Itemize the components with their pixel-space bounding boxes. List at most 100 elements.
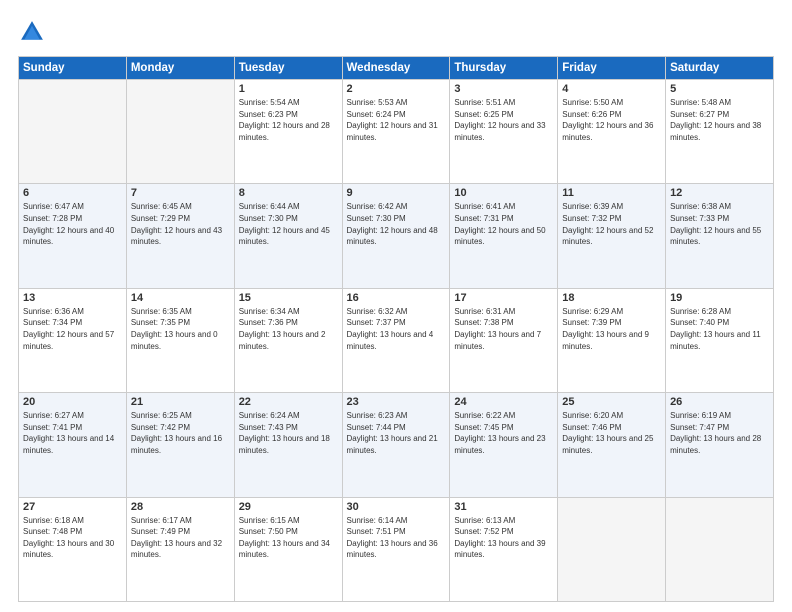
calendar-cell: 16 Sunrise: 6:32 AMSunset: 7:37 PMDayligh… [342,288,450,392]
day-info: Sunrise: 6:15 AMSunset: 7:50 PMDaylight:… [239,515,338,561]
day-number: 22 [239,396,338,408]
calendar-cell: 27 Sunrise: 6:18 AMSunset: 7:48 PMDayligh… [19,497,127,601]
calendar-cell: 8 Sunrise: 6:44 AMSunset: 7:30 PMDaylight… [234,184,342,288]
logo-icon [18,18,46,46]
calendar-cell: 11Sunrise: 6:39 AMSunset: 7:32 PMDayligh… [558,184,666,288]
day-number: 16 [347,292,446,304]
day-number: 27 [23,501,122,513]
calendar-cell: 20 Sunrise: 6:27 AMSunset: 7:41 PMDayligh… [19,393,127,497]
calendar-cell: 31Sunrise: 6:13 AMSunset: 7:52 PMDayligh… [450,497,558,601]
day-number: 7 [131,187,230,199]
calendar-cell [666,497,774,601]
day-number: 2 [347,83,446,95]
day-info: Sunrise: 6:20 AMSunset: 7:46 PMDaylight:… [562,410,661,456]
calendar-cell: 23 Sunrise: 6:23 AMSunset: 7:44 PMDayligh… [342,393,450,497]
calendar-cell: 2 Sunrise: 5:53 AMSunset: 6:24 PMDaylight… [342,80,450,184]
calendar-cell: 3 Sunrise: 5:51 AMSunset: 6:25 PMDaylight… [450,80,558,184]
day-info: Sunrise: 5:53 AMSunset: 6:24 PMDaylight:… [347,97,446,143]
calendar-cell [558,497,666,601]
day-number: 8 [239,187,338,199]
day-info: Sunrise: 6:42 AMSunset: 7:30 PMDaylight:… [347,201,446,247]
day-info: Sunrise: 6:14 AMSunset: 7:51 PMDaylight:… [347,515,446,561]
weekday-header-row: SundayMondayTuesdayWednesdayThursdayFrid… [19,57,774,80]
calendar-cell: 18Sunrise: 6:29 AMSunset: 7:39 PMDayligh… [558,288,666,392]
day-number: 5 [670,83,769,95]
day-info: Sunrise: 6:31 AMSunset: 7:38 PMDaylight:… [454,306,553,352]
calendar-cell: 24 Sunrise: 6:22 AMSunset: 7:45 PMDayligh… [450,393,558,497]
day-number: 29 [239,501,338,513]
weekday-header: Monday [126,57,234,80]
weekday-header: Sunday [19,57,127,80]
calendar-table: SundayMondayTuesdayWednesdayThursdayFrid… [18,56,774,602]
day-number: 30 [347,501,446,513]
day-info: Sunrise: 6:25 AMSunset: 7:42 PMDaylight:… [131,410,230,456]
calendar-cell: 30 Sunrise: 6:14 AMSunset: 7:51 PMDayligh… [342,497,450,601]
day-number: 20 [23,396,122,408]
logo [18,18,50,46]
calendar-cell: 26Sunrise: 6:19 AMSunset: 7:47 PMDayligh… [666,393,774,497]
weekday-header: Wednesday [342,57,450,80]
day-number: 13 [23,292,122,304]
weekday-header: Friday [558,57,666,80]
day-info: Sunrise: 6:18 AMSunset: 7:48 PMDaylight:… [23,515,122,561]
day-info: Sunrise: 6:23 AMSunset: 7:44 PMDaylight:… [347,410,446,456]
day-number: 11 [562,187,661,199]
day-number: 4 [562,83,661,95]
day-info: Sunrise: 6:47 AMSunset: 7:28 PMDaylight:… [23,201,122,247]
calendar-cell: 28 Sunrise: 6:17 AMSunset: 7:49 PMDayligh… [126,497,234,601]
day-number: 15 [239,292,338,304]
calendar-week-row: 13 Sunrise: 6:36 AMSunset: 7:34 PMDayligh… [19,288,774,392]
calendar-cell: 6Sunrise: 6:47 AMSunset: 7:28 PMDaylight… [19,184,127,288]
day-number: 28 [131,501,230,513]
calendar-cell: 14 Sunrise: 6:35 AMSunset: 7:35 PMDayligh… [126,288,234,392]
day-info: Sunrise: 6:27 AMSunset: 7:41 PMDaylight:… [23,410,122,456]
day-number: 18 [562,292,661,304]
calendar-cell: 13 Sunrise: 6:36 AMSunset: 7:34 PMDayligh… [19,288,127,392]
calendar-cell: 22 Sunrise: 6:24 AMSunset: 7:43 PMDayligh… [234,393,342,497]
weekday-header: Tuesday [234,57,342,80]
calendar-cell: 21 Sunrise: 6:25 AMSunset: 7:42 PMDayligh… [126,393,234,497]
day-info: Sunrise: 6:24 AMSunset: 7:43 PMDaylight:… [239,410,338,456]
day-number: 26 [670,396,769,408]
day-number: 21 [131,396,230,408]
calendar-cell: 10 Sunrise: 6:41 AMSunset: 7:31 PMDayligh… [450,184,558,288]
day-number: 31 [454,501,553,513]
day-info: Sunrise: 6:36 AMSunset: 7:34 PMDaylight:… [23,306,122,352]
day-number: 1 [239,83,338,95]
day-number: 24 [454,396,553,408]
calendar-cell [126,80,234,184]
calendar-cell: 17 Sunrise: 6:31 AMSunset: 7:38 PMDayligh… [450,288,558,392]
day-info: Sunrise: 6:38 AMSunset: 7:33 PMDaylight:… [670,201,769,247]
day-number: 25 [562,396,661,408]
day-number: 23 [347,396,446,408]
day-number: 17 [454,292,553,304]
day-info: Sunrise: 6:34 AMSunset: 7:36 PMDaylight:… [239,306,338,352]
calendar-cell: 29 Sunrise: 6:15 AMSunset: 7:50 PMDayligh… [234,497,342,601]
calendar-cell: 19 Sunrise: 6:28 AMSunset: 7:40 PMDayligh… [666,288,774,392]
day-info: Sunrise: 5:54 AMSunset: 6:23 PMDaylight:… [239,97,338,143]
calendar-week-row: 27 Sunrise: 6:18 AMSunset: 7:48 PMDayligh… [19,497,774,601]
calendar-cell: 7 Sunrise: 6:45 AMSunset: 7:29 PMDaylight… [126,184,234,288]
calendar-cell: 9 Sunrise: 6:42 AMSunset: 7:30 PMDaylight… [342,184,450,288]
header [18,18,774,46]
day-info: Sunrise: 6:45 AMSunset: 7:29 PMDaylight:… [131,201,230,247]
day-number: 19 [670,292,769,304]
day-info: Sunrise: 6:32 AMSunset: 7:37 PMDaylight:… [347,306,446,352]
calendar-week-row: 20 Sunrise: 6:27 AMSunset: 7:41 PMDayligh… [19,393,774,497]
calendar-cell: 15 Sunrise: 6:34 AMSunset: 7:36 PMDayligh… [234,288,342,392]
calendar-cell: 1 Sunrise: 5:54 AMSunset: 6:23 PMDaylight… [234,80,342,184]
calendar-cell: 12Sunrise: 6:38 AMSunset: 7:33 PMDayligh… [666,184,774,288]
day-number: 9 [347,187,446,199]
day-number: 10 [454,187,553,199]
day-info: Sunrise: 6:17 AMSunset: 7:49 PMDaylight:… [131,515,230,561]
day-info: Sunrise: 6:41 AMSunset: 7:31 PMDaylight:… [454,201,553,247]
day-number: 3 [454,83,553,95]
day-info: Sunrise: 6:28 AMSunset: 7:40 PMDaylight:… [670,306,769,352]
day-info: Sunrise: 6:22 AMSunset: 7:45 PMDaylight:… [454,410,553,456]
day-info: Sunrise: 6:44 AMSunset: 7:30 PMDaylight:… [239,201,338,247]
day-info: Sunrise: 6:35 AMSunset: 7:35 PMDaylight:… [131,306,230,352]
day-info: Sunrise: 5:51 AMSunset: 6:25 PMDaylight:… [454,97,553,143]
day-number: 14 [131,292,230,304]
day-info: Sunrise: 5:50 AMSunset: 6:26 PMDaylight:… [562,97,661,143]
day-info: Sunrise: 5:48 AMSunset: 6:27 PMDaylight:… [670,97,769,143]
